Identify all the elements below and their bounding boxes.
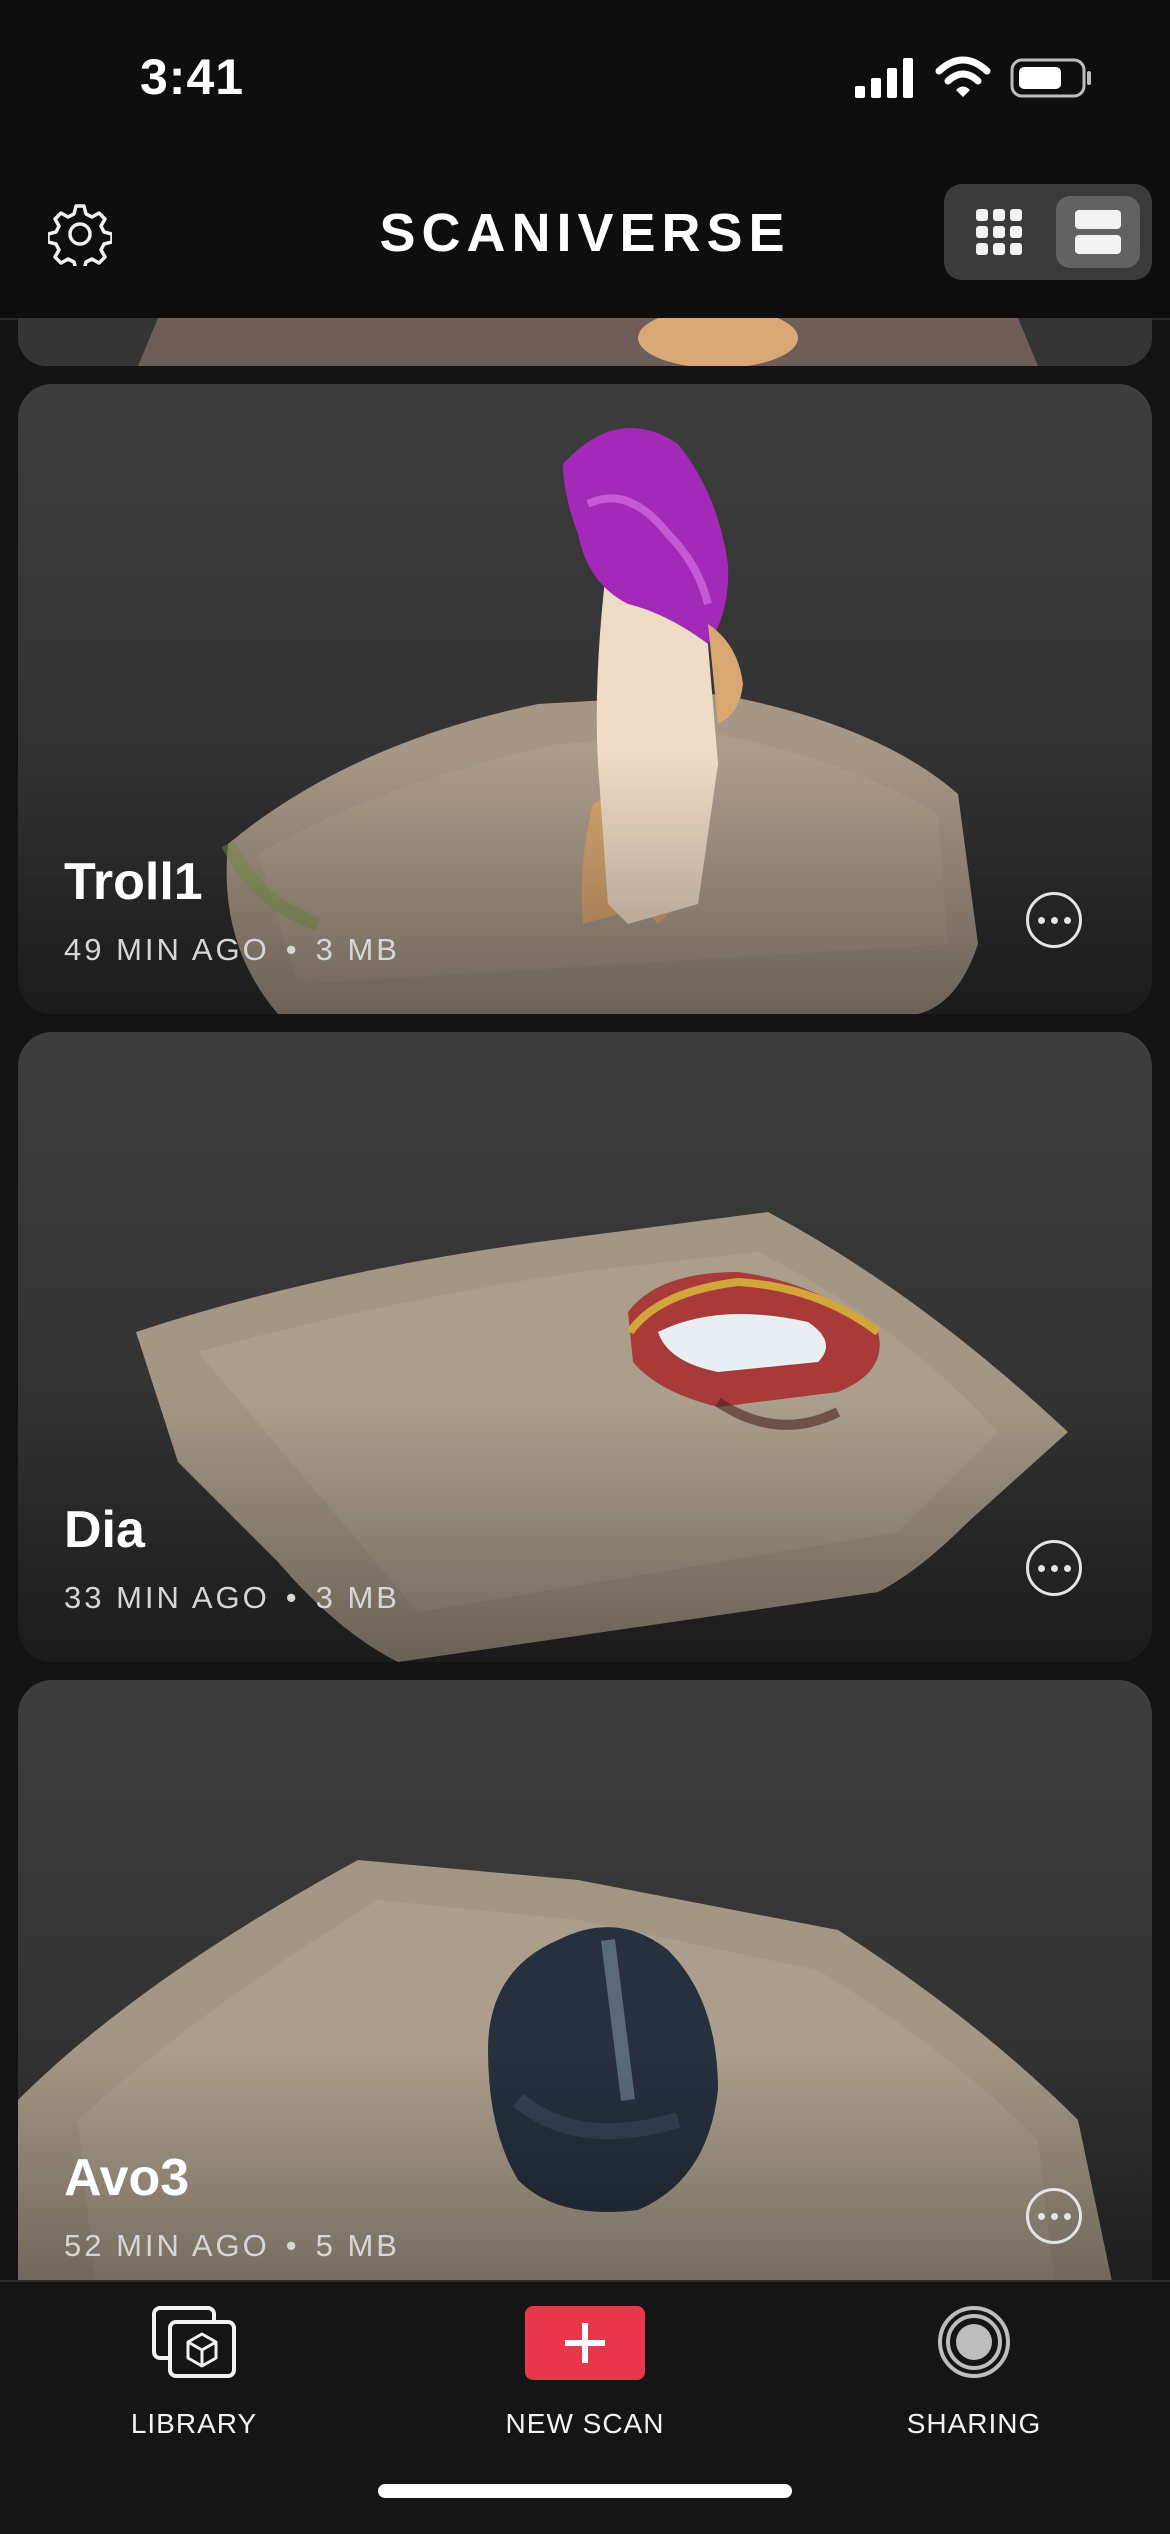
scan-card[interactable]: Avo3 52 MIN AGO • 5 MB (18, 1680, 1152, 2280)
more-icon-dot (1063, 1564, 1071, 1572)
tab-sharing[interactable]: SHARING (844, 2302, 1104, 2452)
scan-name: Avo3 (64, 2149, 190, 2207)
scan-meta: 33 MIN AGO • 3 MB (64, 1580, 400, 1616)
grid-view-icon (976, 209, 1022, 255)
cellular-signal-icon (855, 58, 913, 98)
more-icon (1037, 1564, 1045, 1572)
tab-sharing-label: SHARING (906, 2408, 1042, 2439)
more-button[interactable] (1026, 1540, 1082, 1596)
more-icon-dot (1050, 2212, 1058, 2220)
scan-card[interactable]: Dia 33 MIN AGO • 3 MB (18, 1032, 1152, 1662)
battery-icon (1010, 58, 1091, 98)
sharing-icon (938, 2306, 1010, 2378)
more-button[interactable] (1026, 892, 1082, 948)
scan-name: Troll1 (64, 853, 203, 911)
scan-list[interactable]: Troll1 49 MIN AGO • 3 MB Dia 33 MIN AGO • 3 … (0, 318, 1170, 2280)
scan-name: Dia (64, 1501, 145, 1559)
more-icon-dot (1050, 916, 1058, 924)
scan-age: 33 MIN AGO (64, 1580, 270, 1615)
scan-size: 3 MB (315, 1580, 400, 1615)
home-indicator (378, 2484, 792, 2498)
tab-new-scan-label: NEW SCAN (505, 2408, 665, 2439)
more-button[interactable] (1026, 2188, 1082, 2244)
tab-library-label: LIBRARY (130, 2408, 258, 2439)
list-view-button[interactable] (1056, 196, 1140, 268)
wifi-icon (935, 56, 991, 97)
scan-age: 49 MIN AGO (64, 932, 270, 967)
tab-new-scan[interactable]: NEW SCAN (455, 2302, 715, 2452)
more-icon-dot (1063, 2212, 1071, 2220)
more-icon (1037, 2212, 1045, 2220)
status-bar: 3:41 (0, 0, 1170, 150)
plus-icon (565, 2323, 605, 2363)
grid-view-button[interactable] (958, 196, 1040, 268)
tab-library[interactable]: LIBRARY (64, 2302, 324, 2452)
view-toggle (944, 184, 1152, 280)
meta-separator: • (285, 1580, 300, 1615)
list-view-icon (1075, 210, 1121, 254)
library-icon (152, 2306, 236, 2378)
scan-card[interactable]: Troll1 49 MIN AGO • 3 MB (18, 384, 1152, 1014)
scan-age: 52 MIN AGO (64, 2228, 270, 2263)
meta-separator: • (285, 2228, 300, 2263)
scan-thumbnail (138, 318, 1038, 366)
more-icon (1037, 916, 1045, 924)
scan-meta: 49 MIN AGO • 3 MB (64, 932, 400, 968)
card-shade (18, 1402, 1152, 1662)
app-header: SCANIVERSE (0, 150, 1170, 320)
scan-meta: 52 MIN AGO • 5 MB (64, 2228, 400, 2264)
new-scan-button[interactable] (525, 2306, 645, 2380)
more-icon-dot (1050, 1564, 1058, 1572)
scan-size: 3 MB (315, 932, 400, 967)
more-icon-dot (1063, 916, 1071, 924)
status-time: 3:41 (140, 49, 245, 105)
scan-size: 5 MB (315, 2228, 400, 2263)
partial-scan-card[interactable] (18, 318, 1152, 366)
meta-separator: • (285, 932, 300, 967)
